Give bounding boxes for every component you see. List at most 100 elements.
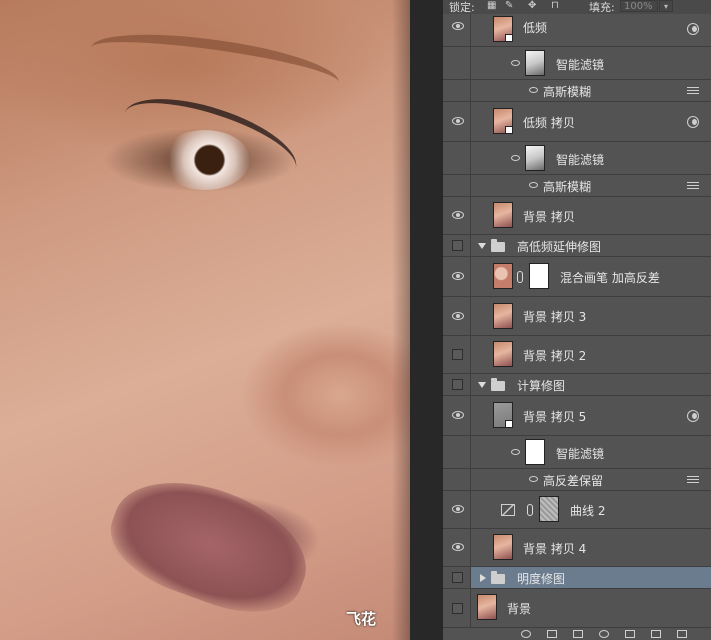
add-mask-icon[interactable]: [573, 630, 583, 638]
delete-layer-icon[interactable]: [677, 630, 687, 638]
smart-object-badge-icon: [505, 126, 513, 134]
visibility-toggle[interactable]: [443, 80, 471, 101]
document-canvas[interactable]: 飞花: [0, 0, 410, 640]
eye-icon[interactable]: [529, 182, 538, 188]
eye-icon[interactable]: [452, 505, 464, 513]
visibility-toggle[interactable]: [443, 235, 471, 256]
filter-blending-options-icon[interactable]: [687, 181, 699, 190]
hidden-visibility-box[interactable]: [452, 603, 463, 614]
filter-name: 高反差保留: [543, 474, 604, 488]
smart-object-badge-icon: [505, 34, 513, 42]
eye-icon[interactable]: [511, 155, 520, 161]
hidden-visibility-box[interactable]: [452, 572, 463, 583]
layer-mask-thumbnail[interactable]: [539, 496, 559, 522]
layer-row[interactable]: 背景 拷贝 4: [443, 529, 711, 567]
layer-row[interactable]: 背景 拷贝 3: [443, 297, 711, 336]
layer-row[interactable]: 低频 拷贝: [443, 102, 711, 142]
smart-filters-row[interactable]: 智能滤镜: [443, 47, 711, 80]
group-row[interactable]: 计算修图: [443, 374, 711, 396]
new-layer-icon[interactable]: [651, 630, 661, 638]
adjustment-layer-row[interactable]: 曲线 2: [443, 491, 711, 529]
visibility-toggle[interactable]: [443, 374, 471, 395]
layer-name: 低频 拷贝: [523, 116, 575, 130]
smart-filters-row[interactable]: 智能滤镜: [443, 436, 711, 469]
filter-blending-options-icon[interactable]: [687, 475, 699, 484]
fill-dropdown-arrow-icon[interactable]: ▾: [659, 0, 673, 12]
eye-icon[interactable]: [511, 60, 520, 66]
curves-adjustment-icon[interactable]: [501, 504, 515, 516]
eye-icon[interactable]: [452, 272, 464, 280]
eye-icon[interactable]: [452, 312, 464, 320]
eye-icon[interactable]: [452, 543, 464, 551]
layer-name: 背景 拷贝 3: [523, 310, 587, 324]
lock-transparent-pixels-icon[interactable]: ▦: [487, 1, 497, 11]
layer-row[interactable]: 背景: [443, 589, 711, 628]
eye-icon[interactable]: [452, 117, 464, 125]
layer-name: 智能滤镜: [556, 447, 605, 461]
visibility-toggle[interactable]: [443, 396, 471, 435]
layer-row[interactable]: 低频: [443, 14, 711, 47]
visibility-toggle[interactable]: [443, 529, 471, 566]
filter-row[interactable]: 高斯模糊: [443, 80, 711, 102]
layer-name: 背景 拷贝 4: [523, 542, 587, 556]
visibility-toggle[interactable]: [443, 436, 471, 468]
filter-row[interactable]: 高反差保留: [443, 469, 711, 491]
layer-name: 低频: [523, 21, 548, 35]
hidden-visibility-box[interactable]: [452, 379, 463, 390]
layer-thumbnail: [493, 534, 513, 560]
hidden-visibility-box[interactable]: [452, 349, 463, 360]
visibility-toggle[interactable]: [443, 142, 471, 174]
visibility-toggle[interactable]: [443, 102, 471, 141]
visibility-toggle[interactable]: [443, 589, 471, 627]
visibility-toggle[interactable]: [443, 297, 471, 335]
layer-row[interactable]: 混合画笔 加高反差: [443, 257, 711, 297]
group-collapsed-chevron-icon[interactable]: [480, 574, 486, 582]
visibility-toggle[interactable]: [443, 491, 471, 528]
layer-name: 背景 拷贝: [523, 210, 575, 224]
mask-link-icon[interactable]: [527, 504, 533, 516]
hidden-visibility-box[interactable]: [452, 240, 463, 251]
layer-row[interactable]: 背景 拷贝: [443, 197, 711, 235]
group-expand-chevron-icon[interactable]: [478, 243, 486, 249]
visibility-toggle[interactable]: [443, 14, 471, 46]
eye-icon[interactable]: [452, 211, 464, 219]
visibility-toggle[interactable]: [443, 47, 471, 79]
group-row-selected[interactable]: 明度修图: [443, 567, 711, 589]
lock-position-icon[interactable]: ✥: [528, 1, 538, 11]
new-adjustment-layer-icon[interactable]: [599, 630, 609, 638]
eye-icon[interactable]: [511, 449, 520, 455]
link-layers-icon[interactable]: [521, 630, 531, 638]
eye-icon[interactable]: [529, 476, 538, 482]
layer-row[interactable]: 背景 拷贝 2: [443, 336, 711, 374]
visibility-toggle[interactable]: [443, 567, 471, 588]
canvas-gutter: [410, 0, 443, 640]
lock-image-pixels-icon[interactable]: ✎: [505, 1, 515, 11]
smart-filter-icon[interactable]: [687, 116, 699, 128]
folder-icon: [491, 571, 505, 584]
add-layer-style-icon[interactable]: [547, 630, 557, 638]
smart-filter-mask-thumbnail: [525, 145, 545, 171]
eye-icon[interactable]: [452, 22, 464, 30]
layer-row[interactable]: 背景 拷贝 5: [443, 396, 711, 436]
visibility-toggle[interactable]: [443, 257, 471, 296]
smart-filters-row[interactable]: 智能滤镜: [443, 142, 711, 175]
group-expand-chevron-icon[interactable]: [478, 382, 486, 388]
mask-link-icon[interactable]: [517, 271, 523, 283]
smart-filter-icon[interactable]: [687, 23, 699, 35]
fill-input[interactable]: 100%: [620, 0, 658, 12]
visibility-toggle[interactable]: [443, 336, 471, 373]
smart-filter-icon[interactable]: [687, 410, 699, 422]
eye-icon[interactable]: [452, 411, 464, 419]
filter-row[interactable]: 高斯模糊: [443, 175, 711, 197]
visibility-toggle[interactable]: [443, 197, 471, 234]
lock-all-icon[interactable]: ⊓: [551, 1, 561, 11]
layer-mask-thumbnail[interactable]: [529, 263, 549, 289]
filter-blending-options-icon[interactable]: [687, 86, 699, 95]
canvas-edge-shadow: [392, 0, 410, 640]
eye-icon[interactable]: [529, 87, 538, 93]
layers-panel: 锁定: ▦ ✎ ✥ ⊓ 填充: 100% ▾ 低频 智能滤镜 高斯模糊 低频 拷…: [443, 0, 711, 640]
new-group-icon[interactable]: [625, 630, 635, 638]
group-row[interactable]: 高低频延伸修图: [443, 235, 711, 257]
visibility-toggle[interactable]: [443, 469, 471, 490]
visibility-toggle[interactable]: [443, 175, 471, 196]
